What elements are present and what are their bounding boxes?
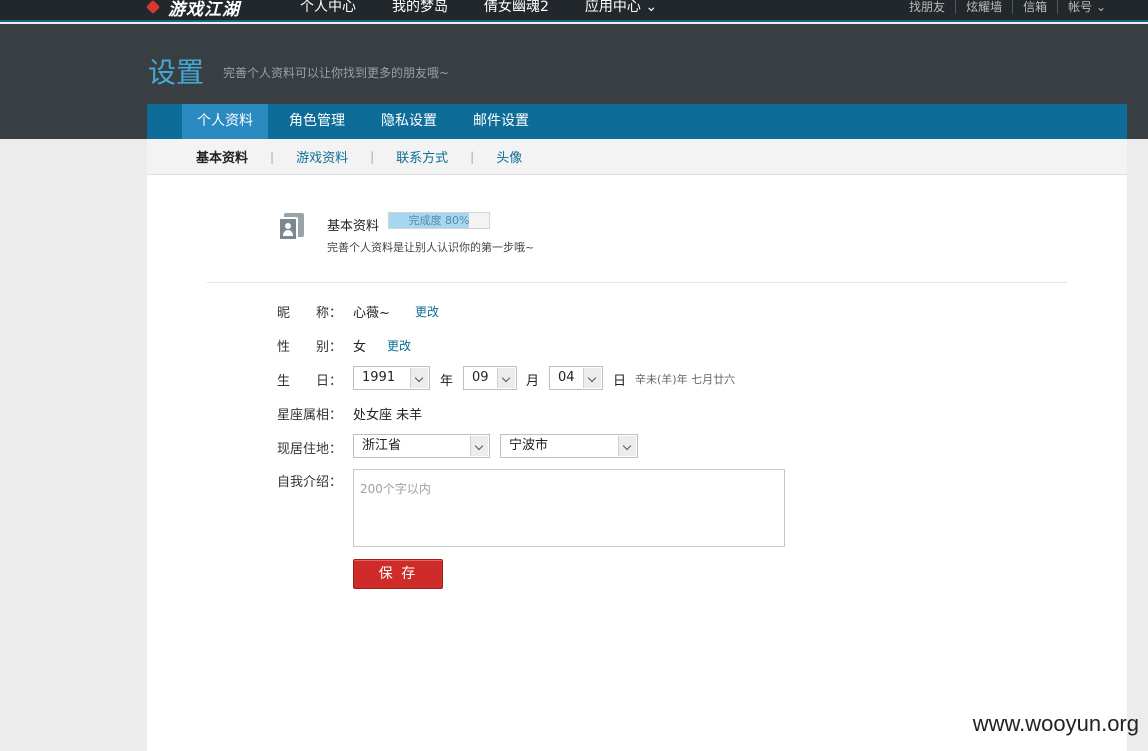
watermark: www.wooyun.org (972, 711, 1139, 736)
nav-personal-center[interactable]: 个人中心 (300, 0, 356, 20)
birth-day-select[interactable]: 04 (549, 366, 603, 390)
residence-label: 现居住地： (277, 442, 343, 457)
progress-label: 完成度 80% (408, 214, 470, 227)
section-description: 完善个人资料是让别人认识你的第一步哦~ (327, 241, 535, 254)
nav-app-center-label: 应用中心 (584, 0, 641, 15)
birth-day-value: 04 (558, 370, 575, 385)
nickname-label: 昵 称： (277, 306, 343, 321)
divider: | (470, 149, 475, 164)
city-select[interactable]: 宁波市 (500, 434, 638, 458)
nav-dream-island[interactable]: 我的梦岛 (392, 0, 448, 20)
birth-month-value: 09 (472, 370, 489, 385)
logo-icon (146, 0, 166, 15)
link-account-label: 帐号 (1068, 0, 1093, 14)
top-links: 找朋友 炫耀墙 信箱 帐号 ⌄ (899, 0, 1116, 14)
day-unit: 日 (613, 374, 627, 389)
subtab-contact[interactable]: 联系方式 (396, 147, 448, 166)
divider: | (270, 149, 275, 164)
chevron-down-icon: ⌄ (1095, 0, 1106, 14)
tab-roles[interactable]: 角色管理 (274, 104, 360, 139)
divider: | (370, 149, 375, 164)
edit-gender-link[interactable]: 更改 (387, 337, 411, 354)
settings-tabs: 个人资料 角色管理 隐私设置 邮件设置 (147, 104, 1127, 139)
chevron-down-icon (618, 436, 636, 456)
birth-month-select[interactable]: 09 (463, 366, 517, 390)
edit-nickname-link[interactable]: 更改 (415, 303, 439, 320)
chevron-down-icon (497, 368, 515, 388)
section-title: 基本资料 (327, 219, 380, 234)
zodiac-value: 处女座 未羊 (353, 408, 423, 423)
year-unit: 年 (440, 374, 454, 389)
gender-label: 性 别： (277, 340, 343, 355)
city-value: 宁波市 (509, 438, 549, 453)
chevron-down-icon (470, 436, 488, 456)
lunar-date: 辛未(羊)年 七月廿六 (635, 373, 736, 386)
link-find-friends[interactable]: 找朋友 (899, 0, 955, 14)
birth-year-value: 1991 (362, 370, 396, 385)
page-subtitle: 完善个人资料可以让你找到更多的朋友哦~ (223, 66, 450, 80)
link-mailbox[interactable]: 信箱 (1012, 0, 1057, 14)
chevron-down-icon: ⌄ (645, 0, 658, 15)
gender-value: 女 (353, 340, 367, 355)
tab-email[interactable]: 邮件设置 (458, 104, 544, 139)
province-select[interactable]: 浙江省 (353, 434, 490, 458)
nav-app-center[interactable]: 应用中心 ⌄ (585, 0, 657, 20)
site-logo[interactable]: 游戏江湖 (146, 0, 240, 20)
main-content: 基本资料 完成度 80% 完善个人资料是让别人认识你的第一步哦~ 昵 称： 心薇… (147, 175, 1127, 751)
intro-textarea[interactable]: 200个字以内 (353, 469, 785, 547)
link-show-wall[interactable]: 炫耀墙 (955, 0, 1012, 14)
subtab-avatar[interactable]: 头像 (496, 147, 522, 166)
intro-label: 自我介绍： (277, 475, 343, 490)
top-nav: 个人中心 我的梦岛 倩女幽魂2 应用中心 ⌄ (300, 0, 693, 20)
page-header: 设置 完善个人资料可以让你找到更多的朋友哦~ 个人资料 角色管理 隐私设置 邮件… (0, 24, 1148, 139)
birthday-label: 生 日： (277, 374, 343, 389)
sub-tabs: 基本资料 | 游戏资料 | 联系方式 | 头像 (147, 139, 1127, 175)
chevron-down-icon (410, 368, 428, 388)
nav-qiannv[interactable]: 倩女幽魂2 (484, 0, 549, 20)
chevron-down-icon (583, 368, 601, 388)
birth-year-select[interactable]: 1991 (353, 366, 430, 390)
logo-text: 游戏江湖 (168, 0, 240, 20)
section-divider (207, 282, 1067, 283)
subtab-game[interactable]: 游戏资料 (296, 147, 348, 166)
page-title: 设置 (148, 56, 205, 89)
zodiac-label: 星座属相： (277, 408, 343, 423)
month-unit: 月 (526, 374, 540, 389)
province-value: 浙江省 (362, 438, 402, 453)
save-button[interactable]: 保 存 (353, 559, 443, 589)
tab-privacy[interactable]: 隐私设置 (366, 104, 452, 139)
profile-card-icon (278, 213, 304, 241)
nickname-value: 心薇~ (353, 306, 390, 321)
tab-profile[interactable]: 个人资料 (182, 104, 268, 139)
subtab-basic[interactable]: 基本资料 (196, 147, 248, 166)
top-bar: 游戏江湖 个人中心 我的梦岛 倩女幽魂2 应用中心 ⌄ 找朋友 炫耀墙 信箱 帐… (0, 0, 1148, 22)
completion-progress: 完成度 80% (388, 212, 490, 229)
link-account[interactable]: 帐号 ⌄ (1057, 0, 1116, 14)
